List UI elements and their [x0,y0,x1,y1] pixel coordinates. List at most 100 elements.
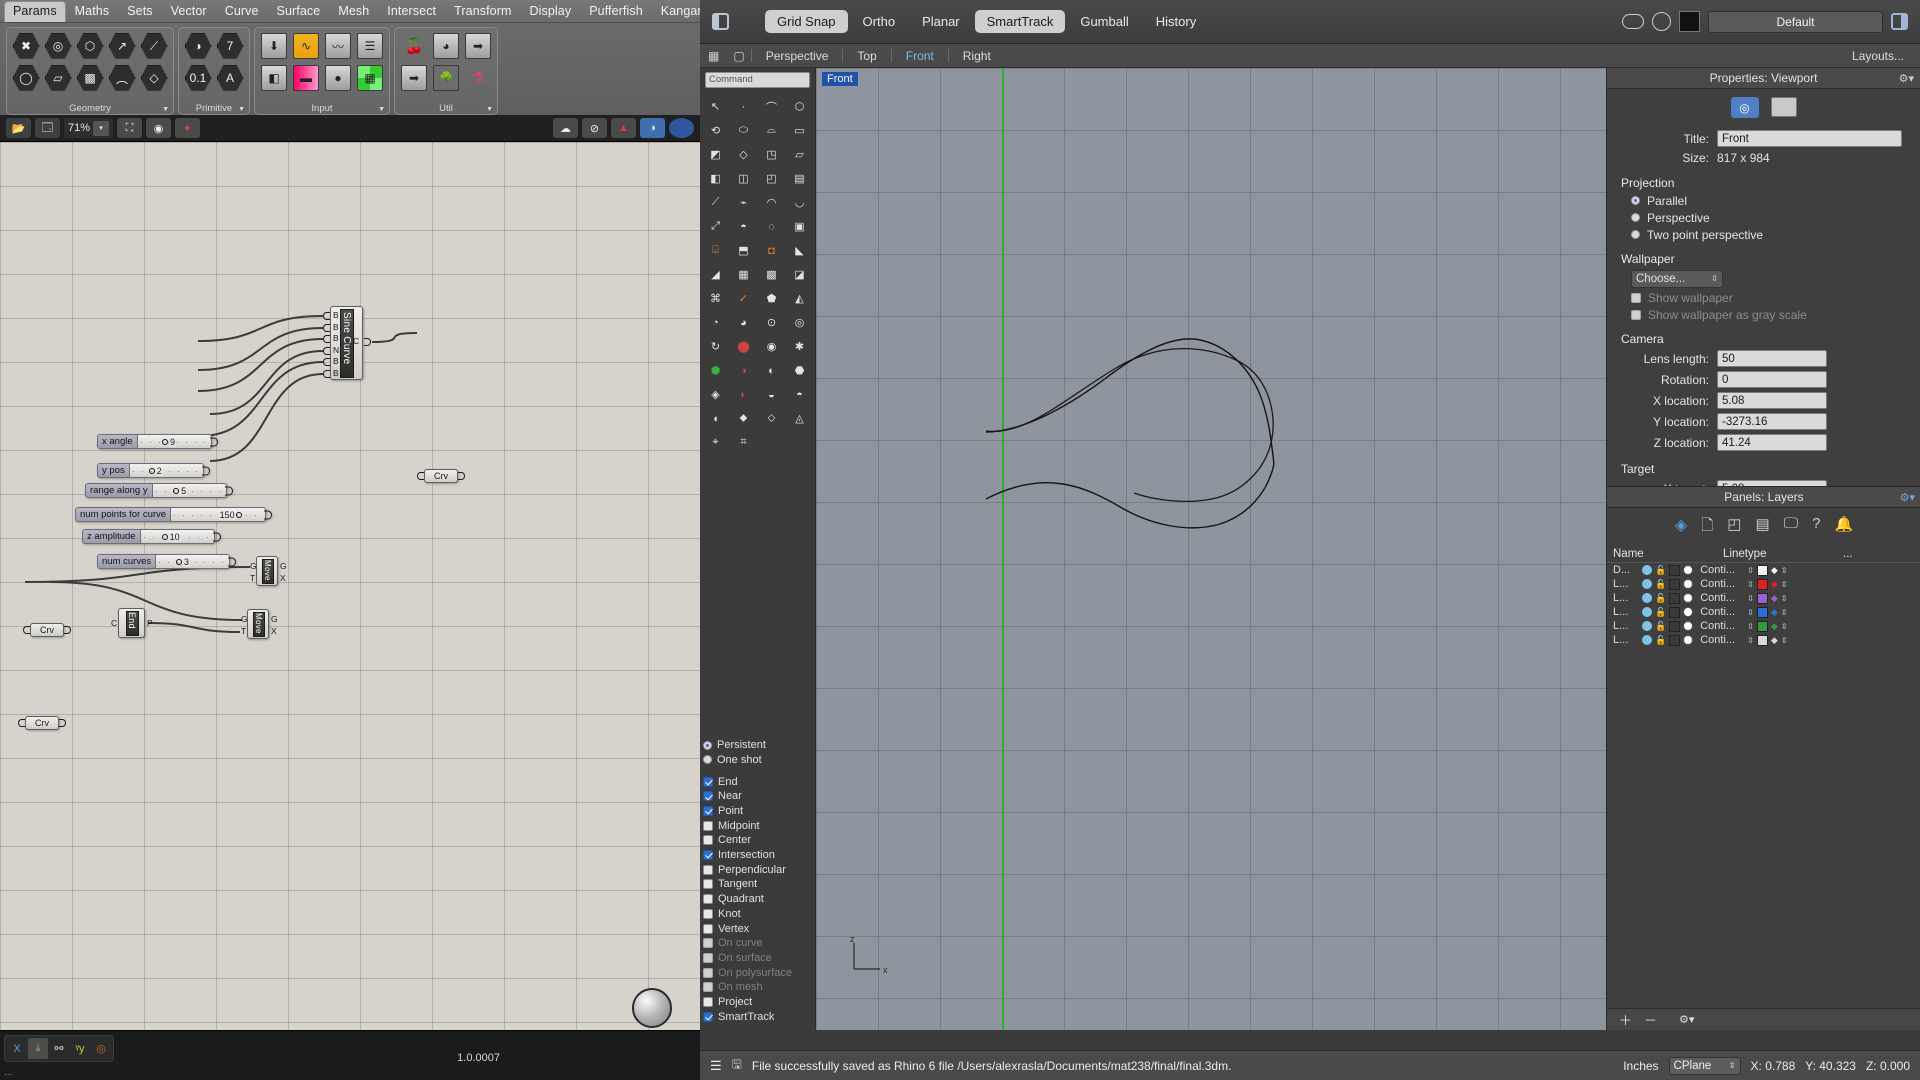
crv-port-inn[interactable] [417,472,424,480]
projection-two-point-perspective[interactable]: Two point perspective [1607,226,1920,243]
slider-output-port[interactable] [228,557,236,566]
add-layer-icon[interactable]: ＋ [1619,1010,1632,1029]
viewport-tab-right[interactable]: Right [949,49,1005,63]
chevron-down-icon[interactable]: ▼ [162,106,169,113]
layer-row[interactable]: L... 🔓 Conti... ⇳ ◆ ⇳ [1607,619,1920,633]
flask-icon[interactable]: ⚗ [463,63,493,93]
layer-print-width-icon[interactable]: ◆ [1771,607,1778,618]
layer-material-swatch[interactable] [1669,593,1680,604]
slider-handle[interactable] [162,439,168,445]
layer-lock-icon[interactable]: 🔓 [1655,607,1666,618]
slider-handle[interactable] [149,468,155,474]
gear-icon[interactable]: ⚙▾ [1900,491,1915,504]
tool-button-44[interactable]: ⬢ [702,359,729,382]
radio-button[interactable] [703,741,712,750]
slider-handle[interactable] [173,488,179,494]
mode-history[interactable]: History [1144,10,1208,33]
layer-row[interactable]: L... 🔓 Conti... ⇳ ◆ ⇳ [1607,577,1920,591]
tool-button-15[interactable]: ▤ [786,167,813,190]
layer-color-dot[interactable] [1683,635,1693,645]
layouts-button[interactable]: Layouts... [1852,49,1920,63]
layer-visibility-icon[interactable] [1642,607,1652,617]
open-file-icon[interactable]: 📂 [6,118,31,138]
grasshopper-tab-curve[interactable]: Curve [216,1,268,22]
value-list-icon[interactable]: ☰ [355,31,385,61]
layer-color-dot[interactable] [1683,621,1693,631]
mode-grid-snap[interactable]: Grid Snap [765,10,848,33]
crv-param-2[interactable]: Crv [25,716,59,730]
ribbon-group-input[interactable]: ⬇◧∿▬〰●☰▦Input▼ [254,27,390,115]
tool-button-16[interactable]: ⟋ [702,191,729,214]
tool-button-36[interactable]: ◔ [702,311,729,334]
grasshopper-tab-sets[interactable]: Sets [118,1,161,22]
move-component-1[interactable]: Move [256,556,278,586]
viewport-front[interactable]: Front z x [816,68,1606,1030]
layer-print-color[interactable] [1757,607,1768,618]
osnap-mode-one-shot[interactable]: One shot [703,753,813,768]
link-icon[interactable] [1622,14,1644,29]
input-port-0[interactable] [323,312,330,320]
rhino-tool-grid[interactable]: ↖·⌒⬡⟲⬭⌓▭◩◇◳▱◧◫◰▤⟋⌁◠◡⤢◓◌▣⌸⬒◘◣◢▦▩◪⌘✓⬟◭◔◕⊙◎… [700,92,815,457]
chevron-updown-icon[interactable]: ⇳ [1781,594,1788,603]
mode-smarttrack[interactable]: SmartTrack [975,10,1066,33]
mode-gumball[interactable]: Gumball [1068,10,1140,33]
tool-button-56[interactable]: ⌖ [702,431,729,454]
checkbox[interactable] [703,879,713,889]
grasshopper-tab-display[interactable]: Display [521,1,581,22]
slider-track[interactable]: 5 [153,483,227,498]
checkbox[interactable] [703,777,713,787]
number-param-icon[interactable]: 0.1 [183,63,213,93]
tool-button-8[interactable]: ◩ [702,143,729,166]
viewport-tab-perspective[interactable]: Perspective [752,49,843,63]
color-swatch[interactable] [1679,11,1700,32]
layer-color-dot[interactable] [1683,579,1693,589]
help-icon[interactable]: ? [1812,515,1820,540]
tool-button-47[interactable]: ⬣ [786,359,813,382]
layer-print-width-icon[interactable]: ◆ [1771,621,1778,632]
mesh-param-icon[interactable]: ▩ [75,63,105,93]
layers-icon[interactable]: ◈ [1675,515,1687,540]
radio-button[interactable] [1631,196,1640,205]
layer-print-width-icon[interactable]: ◆ [1771,565,1778,576]
chevron-updown-icon[interactable]: ⇳ [1781,636,1788,645]
gradient-icon[interactable]: ▬ [291,63,321,93]
tool-button-52[interactable]: ◖ [702,407,729,430]
layers-icon[interactable]: ◎ [91,1038,111,1059]
sphere-icon[interactable] [669,118,694,138]
tool-button-3[interactable]: ⬡ [786,95,813,118]
slider-track[interactable]: 10 [141,529,215,544]
checkbox[interactable] [703,865,713,875]
notification-icon[interactable]: 🔔 [1834,515,1853,540]
vector-param-icon[interactable]: ↗ [107,31,137,61]
tool-button-11[interactable]: ▱ [786,143,813,166]
layer-material-swatch[interactable] [1669,621,1680,632]
grasshopper-tab-mesh[interactable]: Mesh [329,1,378,22]
tool-button-29[interactable]: ▦ [730,263,757,286]
tool-button-5[interactable]: ⬭ [730,119,757,142]
number-slider-range-along-y[interactable]: range along y5 [85,483,227,498]
preview-icon[interactable]: ◉ [146,118,171,138]
crv-port-outn[interactable] [458,472,465,480]
layer-visibility-icon[interactable] [1642,579,1652,589]
camera-input[interactable]: -3273.16 [1717,413,1827,430]
save-file-icon[interactable]: 🗔 [35,118,60,138]
layers-tab-icons[interactable]: ◈ 🗋 ◰ ▤ 🖵 ? 🔔 [1607,508,1920,546]
tool-button-50[interactable]: ◒ [758,383,785,406]
osnap-option-end[interactable]: End [703,774,813,789]
crv-port-inn[interactable] [23,626,30,634]
viewport-tab-top[interactable]: Top [843,49,890,63]
number-slider-num-curves[interactable]: num curves3 [97,554,230,569]
title-input[interactable]: Front [1717,130,1902,147]
grasshopper-tab-transform[interactable]: Transform [445,1,520,22]
checkbox[interactable] [703,997,713,1007]
ribbon-group-geometry[interactable]: ✖◯◎▱⬡▩↗︵⟋◇Geometry▼ [6,27,174,115]
integer-param-icon[interactable]: 7 [215,31,245,61]
link-icon[interactable]: ⚯ [49,1038,69,1059]
disable-icon[interactable]: ⊘ [582,118,607,138]
render-icon[interactable]: 🖵 [1784,515,1798,540]
layer-visibility-icon[interactable] [1642,621,1652,631]
tool-button-35[interactable]: ◭ [786,287,813,310]
tool-button-49[interactable]: ◐ [730,383,757,406]
properties-icon-row[interactable]: ◎ [1607,89,1920,128]
osnap-option-tangent[interactable]: Tangent [703,877,813,892]
